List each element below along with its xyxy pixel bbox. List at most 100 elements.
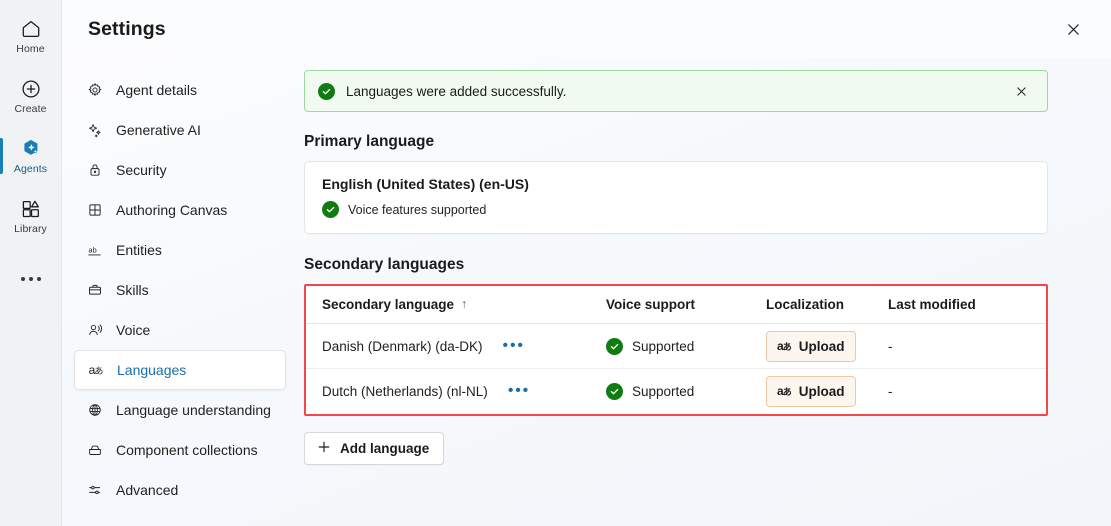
home-icon: [20, 18, 42, 40]
table-body: Danish (Denmark) (da-DK) ••• Supported a…: [306, 323, 1046, 414]
upload-button[interactable]: aあ Upload: [766, 330, 857, 362]
success-check-icon: [606, 382, 623, 400]
sidebar-item-security[interactable]: Security: [74, 150, 286, 190]
agents-icon: [20, 138, 42, 160]
sidebar-item-component-collections[interactable]: Component collections: [74, 430, 286, 470]
primary-language-heading: Primary language: [304, 133, 435, 150]
cell-language: Dutch (Netherlands) (nl-NL) •••: [306, 368, 606, 414]
column-header-voice-support[interactable]: Voice support: [606, 286, 766, 324]
rail-item-home[interactable]: Home: [0, 6, 62, 66]
settings-nav: Agent details Generative AI Security Aut…: [62, 58, 298, 526]
success-check-icon: [322, 201, 339, 218]
table-row[interactable]: Dutch (Netherlands) (nl-NL) ••• Supporte…: [306, 368, 1046, 414]
table-header-row: Secondary language ↑ Voice support Locali…: [306, 286, 1046, 324]
sidebar-item-skills[interactable]: Skills: [74, 270, 286, 310]
sidebar-item-label: Authoring Canvas: [116, 202, 228, 218]
ellipsis-icon[interactable]: •••: [508, 383, 530, 399]
sidebar-item-voice[interactable]: Voice: [74, 310, 286, 350]
sidebar-item-generative-ai[interactable]: Generative AI: [74, 110, 286, 150]
sidebar-item-label: Entities: [116, 242, 162, 258]
gear-icon: [86, 82, 103, 99]
last-modified-value: -: [888, 383, 893, 399]
sidebar-item-label: Skills: [116, 282, 149, 298]
column-header-localization[interactable]: Localization: [766, 286, 888, 324]
svg-text:ab: ab: [89, 245, 97, 254]
voice-icon: [86, 322, 103, 339]
secondary-languages-heading: Secondary languages: [304, 256, 465, 273]
sidebar-item-label: Security: [116, 162, 167, 178]
ellipsis-icon[interactable]: •••: [503, 338, 525, 354]
voice-support-label: Supported: [632, 383, 695, 399]
language-icon: aあ: [88, 363, 104, 377]
voice-support-label: Supported: [632, 338, 695, 354]
sidebar-item-advanced[interactable]: Advanced: [74, 470, 286, 510]
close-icon[interactable]: [1057, 13, 1089, 45]
primary-language-card: English (United States) (en-US) Voice fe…: [304, 161, 1048, 234]
voice-status-label: Voice features supported: [348, 202, 487, 217]
sidebar-item-label: Generative AI: [116, 122, 201, 138]
rail-item-create[interactable]: Create: [0, 66, 62, 126]
collection-icon: [86, 442, 103, 459]
add-language-button[interactable]: Add language: [304, 431, 445, 465]
success-check-icon: [606, 337, 623, 355]
success-banner: Languages were added successfully.: [304, 70, 1048, 112]
rail-item-label: Library: [14, 222, 47, 235]
grid-icon: [86, 202, 103, 219]
column-header-secondary-language[interactable]: Secondary language ↑: [306, 286, 606, 324]
panel-header: Settings: [62, 0, 1111, 58]
cell-last-modified: -: [888, 368, 1046, 414]
sidebar-item-label: Voice: [116, 322, 151, 338]
upload-button-label: Upload: [798, 383, 845, 399]
sidebar-item-languages[interactable]: aあ Languages: [74, 350, 286, 390]
plus-icon: [317, 440, 331, 457]
primary-language-name: English (United States) (en-US): [322, 176, 529, 192]
cell-localization: aあ Upload: [766, 323, 888, 369]
cell-localization: aあ Upload: [766, 368, 888, 414]
primary-language-voice-status: Voice features supported: [322, 201, 1031, 218]
briefcase-icon: [86, 282, 103, 299]
sidebar-item-entities[interactable]: ab Entities: [74, 230, 286, 270]
page-title: Settings: [88, 17, 166, 40]
secondary-languages-table-highlight: Secondary language ↑ Voice support Locali…: [304, 284, 1048, 416]
add-language-label: Add language: [340, 440, 430, 456]
globe-brain-icon: [86, 402, 103, 419]
cell-last-modified: -: [888, 323, 1046, 369]
close-icon[interactable]: [1007, 77, 1035, 105]
sidebar-item-label: Languages: [117, 362, 187, 378]
sidebar-item-label: Advanced: [116, 482, 179, 498]
banner-message: Languages were added successfully.: [346, 83, 567, 99]
rail-item-label: Create: [14, 102, 47, 115]
languages-content: Languages were added successfully. Prima…: [298, 58, 1111, 526]
sidebar-item-label: Component collections: [116, 442, 258, 458]
table-row[interactable]: Danish (Denmark) (da-DK) ••• Supported a…: [306, 323, 1046, 369]
rail-item-agents[interactable]: Agents: [0, 126, 62, 186]
sidebar-item-label: Agent details: [116, 82, 197, 98]
sidebar-item-agent-details[interactable]: Agent details: [74, 70, 286, 110]
upload-button-label: Upload: [798, 338, 845, 354]
ab-icon: ab: [86, 242, 103, 259]
table-header: Secondary language ↑ Voice support Locali…: [306, 286, 1046, 324]
cell-language: Danish (Denmark) (da-DK) •••: [306, 323, 606, 369]
panel-body: Agent details Generative AI Security Aut…: [62, 58, 1111, 526]
column-header-last-modified[interactable]: Last modified: [888, 286, 1046, 324]
plus-circle-icon: [20, 78, 42, 100]
rail-item-label: Home: [16, 42, 45, 55]
language-name: Danish (Denmark) (da-DK): [322, 338, 483, 354]
last-modified-value: -: [888, 338, 893, 354]
secondary-languages-table: Secondary language ↑ Voice support Locali…: [306, 286, 1046, 414]
rail-item-library[interactable]: Library: [0, 186, 62, 246]
lock-icon: [86, 162, 103, 179]
more-dots-icon[interactable]: [0, 256, 62, 302]
localization-icon: aあ: [777, 339, 792, 353]
sidebar-item-language-understanding[interactable]: Language understanding: [74, 390, 286, 430]
language-name: Dutch (Netherlands) (nl-NL): [322, 383, 488, 399]
cell-voice-support: Supported: [606, 323, 766, 369]
arrow-up-icon: ↑: [461, 297, 468, 311]
sliders-icon: [86, 482, 103, 499]
localization-icon: aあ: [777, 384, 792, 399]
sidebar-item-authoring-canvas[interactable]: Authoring Canvas: [74, 190, 286, 230]
sidebar-item-label: Language understanding: [116, 402, 271, 418]
sparkle-icon: [86, 122, 103, 139]
upload-button[interactable]: aあ Upload: [766, 375, 857, 407]
settings-panel: Settings Agent details Generative AI Sec…: [62, 0, 1111, 526]
